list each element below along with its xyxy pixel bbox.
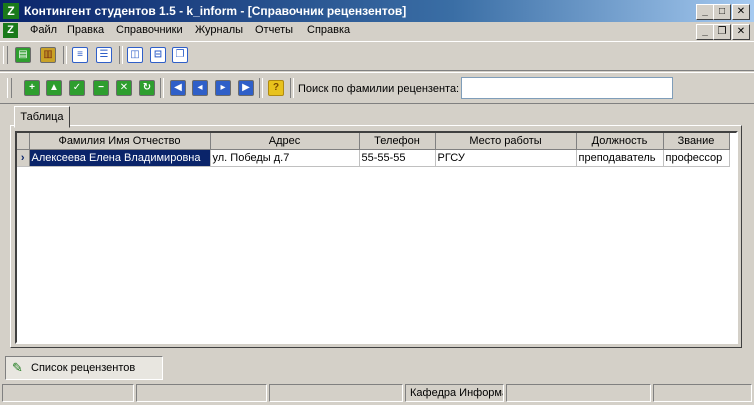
status-department: Кафедра Информа [405, 384, 504, 402]
column-header-position[interactable]: Должность [576, 133, 664, 150]
mdi-close-button[interactable]: ✕ [732, 24, 750, 40]
column-header-full-name[interactable]: Фамилия Имя Отчество [29, 133, 211, 150]
column-header-phone[interactable]: Телефон [359, 133, 436, 150]
toolbar-separator [63, 46, 67, 64]
status-panel-2 [136, 384, 267, 402]
menu-file[interactable]: Файл [30, 24, 57, 36]
window-title: Контингент студентов 1.5 - k_inform - [С… [24, 4, 407, 18]
document-list-icon[interactable]: ☰ [96, 47, 112, 63]
cancel-record-icon[interactable]: ✕ [116, 80, 132, 96]
title-bar[interactable]: Z Контингент студентов 1.5 - k_inform - … [0, 0, 754, 22]
books-icon[interactable]: ▥ [40, 47, 56, 63]
toolbar-grip[interactable] [3, 46, 8, 64]
column-header-address[interactable]: Адрес [210, 133, 360, 150]
app-logo-icon[interactable]: Z [3, 3, 19, 19]
cell-workplace[interactable]: РГСУ [435, 149, 577, 167]
toolbar-separator [290, 78, 294, 98]
cell-position[interactable]: преподаватель [576, 149, 664, 167]
status-panel-5 [506, 384, 651, 402]
status-panel-6 [653, 384, 752, 402]
insert-record-icon[interactable]: + [24, 80, 40, 96]
cascade-icon[interactable]: ❐ [172, 47, 188, 63]
status-panel-3 [269, 384, 403, 402]
taskbar-window-button[interactable]: ✎ Список рецензентов [5, 356, 163, 380]
maximize-button[interactable]: □ [713, 4, 731, 20]
tile-vertical-icon[interactable]: ◫ [127, 47, 143, 63]
toolbar-separator [119, 46, 123, 64]
last-record-icon[interactable]: ▶ [238, 80, 254, 96]
close-button[interactable]: ✕ [732, 4, 750, 20]
search-input[interactable] [461, 77, 673, 99]
minimize-button[interactable]: _ [696, 4, 714, 20]
exit-icon[interactable]: ▤ [15, 47, 31, 63]
delete-record-icon[interactable]: − [93, 80, 109, 96]
search-label: Поиск по фамилии рецензента: [298, 83, 460, 95]
grid-header-row: Фамилия Имя Отчество Адрес Телефон Место… [17, 133, 730, 150]
mdi-restore-button[interactable]: ❐ [713, 24, 731, 40]
toolbar-grip[interactable] [7, 78, 12, 98]
menu-bar: Z Файл Правка Справочники Журналы Отчеты… [0, 22, 754, 40]
main-toolbar: ▤ ▥ ≡ ☰ ◫ ⊟ ❐ [0, 41, 754, 71]
cell-title[interactable]: профессор [663, 149, 730, 167]
tab-table[interactable]: Таблица [14, 106, 70, 128]
document-icon[interactable]: ≡ [72, 47, 88, 63]
taskbar-window-label: Список рецензентов [31, 362, 136, 374]
status-panel-1 [2, 384, 134, 402]
cell-phone[interactable]: 55-55-55 [359, 149, 436, 167]
next-record-icon[interactable]: ▸ [215, 80, 231, 96]
prior-record-icon[interactable]: ◂ [192, 80, 208, 96]
reviewers-grid[interactable]: Фамилия Имя Отчество Адрес Телефон Место… [15, 131, 738, 344]
cell-address[interactable]: ул. Победы д.7 [210, 149, 360, 167]
help-icon[interactable]: ? [268, 80, 284, 96]
menu-edit[interactable]: Правка [67, 24, 104, 36]
toolbar-separator [160, 78, 164, 98]
cell-full-name[interactable]: Алексеева Елена Владимировна [29, 149, 211, 167]
column-header-title[interactable]: Звание [663, 133, 730, 150]
first-record-icon[interactable]: ◀ [170, 80, 186, 96]
column-header-workplace[interactable]: Место работы [435, 133, 577, 150]
move-up-icon[interactable]: ▲ [46, 80, 62, 96]
mdi-child-icon[interactable]: Z [3, 23, 18, 38]
people-icon: ✎ [12, 360, 23, 375]
refresh-icon[interactable]: ↻ [139, 80, 155, 96]
menu-references[interactable]: Справочники [116, 24, 183, 36]
row-indicator-icon: › [17, 149, 30, 167]
toolbar-separator [259, 78, 263, 98]
post-record-icon[interactable]: ✓ [69, 80, 85, 96]
grid-indicator-header [17, 133, 30, 150]
menu-reports[interactable]: Отчеты [255, 24, 293, 36]
menu-help[interactable]: Справка [307, 24, 350, 36]
mdi-minimize-button[interactable]: _ [696, 24, 714, 40]
menu-journals[interactable]: Журналы [195, 24, 243, 36]
tile-horizontal-icon[interactable]: ⊟ [150, 47, 166, 63]
table-row[interactable]: › Алексеева Елена Владимировна ул. Побед… [17, 149, 730, 167]
